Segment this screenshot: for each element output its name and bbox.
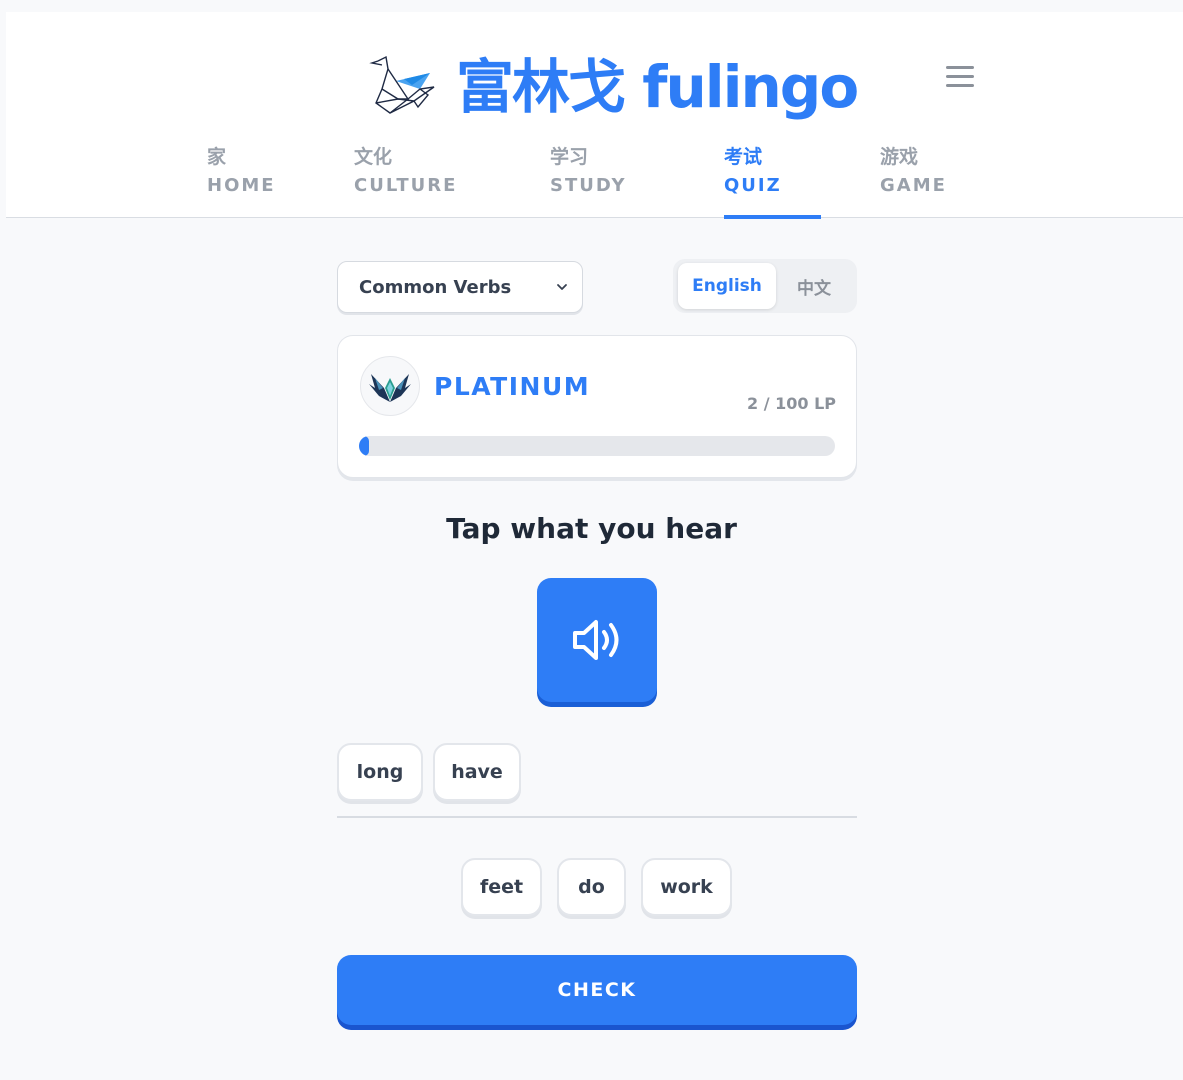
hamburger-menu-button[interactable]	[946, 66, 974, 90]
chevron-down-icon	[557, 284, 567, 290]
nav-item-en-label: CULTURE	[354, 175, 458, 196]
nav-item-zh-label: 学习	[550, 146, 589, 168]
play-audio-button[interactable]	[537, 578, 657, 702]
brand-name: fulingo	[642, 53, 859, 121]
nav-item-culture[interactable]: 文化 CULTURE	[354, 144, 457, 218]
origami-swan-logo-icon	[369, 55, 435, 114]
word-bank-chip[interactable]: work	[641, 858, 732, 916]
nav-item-study[interactable]: 学习 STUDY	[550, 144, 627, 218]
hamburger-menu-icon	[946, 66, 974, 69]
nav-item-zh-label: 家	[207, 146, 227, 168]
rank-lp-text: 2 / 100 LP	[746, 394, 836, 413]
exercise-prompt: Tap what you hear	[446, 512, 737, 545]
rank-tier-name: PLATINUM	[434, 372, 591, 401]
word-bank-chip[interactable]: do	[557, 858, 626, 916]
nav-item-zh-label: 考试	[724, 146, 763, 168]
main-nav: 家 HOME 文化 CULTURE 学习 STUDY 考试 QUIZ 游戏 GA…	[6, 144, 1183, 219]
brand-chinese-name: 富林戈	[456, 53, 626, 121]
nav-item-en-label: HOME	[207, 175, 276, 196]
language-option-chinese[interactable]: 中文	[776, 263, 852, 309]
rank-emblem	[360, 356, 420, 416]
nav-item-en-label: GAME	[880, 175, 947, 196]
category-select[interactable]: Common Verbs	[337, 261, 583, 313]
nav-item-en-label: QUIZ	[724, 175, 782, 196]
selected-word-chip[interactable]: long	[337, 743, 423, 801]
check-button[interactable]: CHECK	[337, 955, 857, 1025]
word-bank-chip[interactable]: feet	[461, 858, 542, 916]
nav-item-zh-label: 文化	[354, 146, 393, 168]
language-toggle: English 中文	[673, 259, 857, 313]
answer-line	[337, 816, 857, 818]
nav-item-en-label: STUDY	[550, 175, 627, 196]
winged-rank-emblem-icon	[369, 374, 411, 402]
language-option-english[interactable]: English	[678, 263, 776, 309]
rank-progress-bar	[359, 436, 835, 456]
brand-wordmark: 富林戈 fulingo	[456, 58, 859, 116]
nav-item-zh-label: 游戏	[880, 146, 919, 168]
rank-progress-fill	[359, 436, 369, 456]
nav-item-quiz[interactable]: 考试 QUIZ	[724, 144, 821, 219]
site-header: 富林戈 fulingo 家 HOME 文化 CULTURE 学习 STUDY 考…	[6, 12, 1183, 219]
category-select-value: Common Verbs	[359, 276, 512, 298]
rank-card: PLATINUM 2 / 100 LP	[337, 335, 857, 478]
speaker-volume-icon	[573, 620, 619, 660]
selected-word-chip[interactable]: have	[433, 743, 521, 801]
nav-item-game[interactable]: 游戏 GAME	[880, 144, 947, 218]
nav-item-home[interactable]: 家 HOME	[207, 144, 276, 218]
brand-logo[interactable]: 富林戈 fulingo	[368, 46, 859, 128]
